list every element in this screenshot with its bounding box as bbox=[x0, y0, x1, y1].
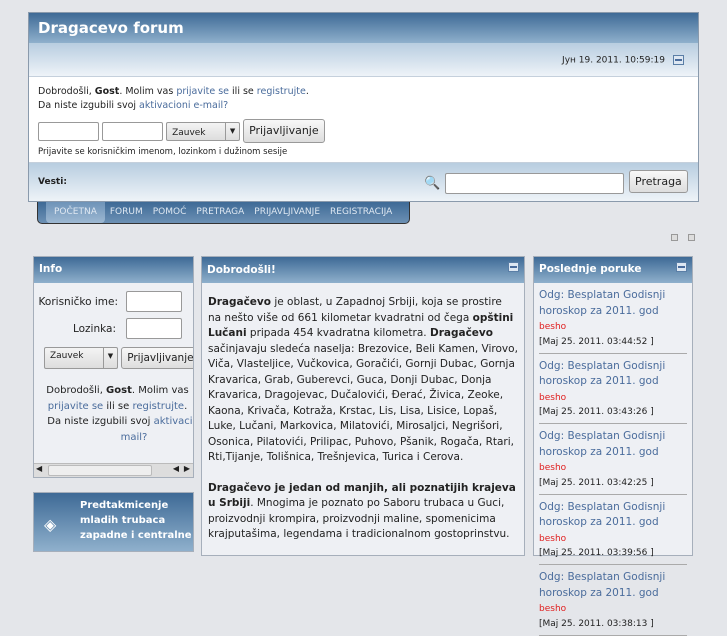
recent-title: Poslednje poruke bbox=[539, 263, 642, 275]
collapse-icon[interactable] bbox=[673, 55, 684, 65]
nav-home[interactable]: POČETNA bbox=[46, 202, 105, 223]
login-hint: Prijavite se korisničkim imenom, lozinko… bbox=[38, 147, 288, 157]
nav-forum[interactable]: FORUM bbox=[105, 202, 148, 223]
text: ili se bbox=[103, 400, 133, 412]
info-register-link[interactable]: registrujte bbox=[132, 401, 184, 412]
password-input[interactable] bbox=[102, 121, 164, 141]
activation-link[interactable]: aktivacioni e-mail? bbox=[139, 100, 228, 111]
text: pripada 454 kvadratna kilometra. bbox=[246, 327, 430, 339]
info-title: Info bbox=[34, 257, 193, 283]
recent-post: Odg: Besplatan Godisnji horoskop za 2011… bbox=[539, 565, 687, 636]
search-input[interactable] bbox=[445, 173, 624, 194]
text: Dragačevo bbox=[208, 296, 271, 308]
post-link[interactable]: Odg: Besplatan Godisnji horoskop za 2011… bbox=[539, 289, 665, 317]
username-input[interactable] bbox=[38, 121, 99, 141]
search-button[interactable]: Pretraga bbox=[629, 170, 688, 193]
news-bar: Vesti: 🔍 Pretraga bbox=[29, 162, 698, 201]
scrollbar-thumb[interactable] bbox=[48, 465, 152, 476]
chevron-down-icon: ▼ bbox=[225, 122, 239, 140]
diamond-icon: ◈ bbox=[44, 515, 57, 534]
post-link[interactable]: Odg: Besplatan Godisnji horoskop za 2011… bbox=[539, 430, 665, 458]
username-label: Korisničko ime: bbox=[38, 295, 118, 308]
main-nav: POČETNA FORUM POMOĆ PRETRAGA PRIJAVLJIVA… bbox=[37, 202, 410, 224]
login-area: Dobrodošli, Gost. Molim vas prijavite se… bbox=[29, 77, 698, 167]
password-label: Lozinka: bbox=[72, 322, 116, 335]
info-panel: Info Korisničko ime: Lozinka: Zauvek ▼ Pr… bbox=[33, 256, 194, 478]
post-link[interactable]: Odg: Besplatan Godisnji horoskop za 2011… bbox=[539, 571, 665, 599]
recent-post: Odg: Besplatan Godisnji horoskop za 2011… bbox=[539, 283, 687, 354]
register-link[interactable]: registrujte bbox=[257, 86, 306, 97]
text: . bbox=[305, 86, 309, 97]
header-box: Dragacevo forum Јун 19. 2011. 10:59:19 D… bbox=[28, 12, 699, 202]
nav-register[interactable]: REGISTRACIJA bbox=[325, 202, 397, 223]
news-label: Vesti: bbox=[38, 177, 67, 187]
promo-box[interactable]: ◈ Predtakmicenje mladih trubaca zapadne … bbox=[33, 492, 194, 552]
post-time: [Maj 25. 2011. 03:42:25 ] bbox=[539, 477, 654, 488]
recent-post: Odg: Besplatan Godisnji horoskop za 2011… bbox=[539, 354, 687, 424]
collapse-icon[interactable] bbox=[508, 262, 519, 272]
current-date: Јун 19. 2011. 10:59:19 bbox=[562, 55, 665, 66]
duration-value: Zauvek bbox=[172, 127, 206, 138]
text: . bbox=[184, 400, 188, 412]
forum-title: Dragacevo forum bbox=[29, 13, 698, 43]
post-time: [Maj 25. 2011. 03:38:13 ] bbox=[539, 618, 654, 629]
recent-post: Odg: Besplatan Godisnji horoskop za 2011… bbox=[539, 495, 687, 565]
text: . Molim vas bbox=[119, 86, 177, 97]
horizontal-scrollbar[interactable]: ◀ ◀ ▶ bbox=[34, 463, 193, 477]
promo-text[interactable]: Predtakmicenje mladih trubaca zapadne i … bbox=[80, 500, 192, 541]
recent-posts-panel: Poslednje poruke Odg: Besplatan Godisnji… bbox=[533, 256, 693, 636]
info-duration-select[interactable]: Zauvek ▼ bbox=[44, 347, 118, 369]
text: . Mnogima je poznato po Saboru trubaca u… bbox=[208, 497, 510, 540]
login-button[interactable]: Prijavljivanje bbox=[243, 119, 325, 143]
shrink-icon[interactable] bbox=[671, 234, 678, 241]
nav-help[interactable]: POMOĆ bbox=[148, 202, 192, 223]
login-link[interactable]: prijavite se bbox=[176, 86, 229, 97]
duration-select[interactable]: Zauvek ▼ bbox=[166, 121, 241, 141]
username: Gost bbox=[106, 385, 132, 396]
text: Dragačevo bbox=[429, 327, 493, 339]
post-time: [Maj 25. 2011. 03:39:56 ] bbox=[539, 548, 654, 558]
scroll-right-icon[interactable]: ▶ bbox=[184, 464, 190, 473]
expand-icon[interactable] bbox=[688, 234, 695, 241]
duration-value: Zauvek bbox=[50, 351, 84, 361]
post-author[interactable]: besho bbox=[539, 604, 566, 614]
text: Da niste izgubili svoj bbox=[47, 416, 154, 427]
info-login-link[interactable]: prijavite se bbox=[48, 401, 103, 412]
post-author[interactable]: besho bbox=[539, 534, 566, 544]
username: Gost bbox=[94, 86, 120, 97]
text: ili se bbox=[229, 86, 257, 97]
scroll-left-icon[interactable]: ◀ bbox=[173, 464, 179, 473]
post-author[interactable]: besho bbox=[539, 322, 566, 332]
post-link[interactable]: Odg: Besplatan Godisnji horoskop za 2011… bbox=[539, 360, 665, 388]
text: Da niste izgubili svoj bbox=[38, 100, 140, 111]
post-link[interactable]: Odg: Besplatan Godisnji horoskop za 2011… bbox=[539, 501, 665, 529]
text: Dobrodošli, bbox=[38, 86, 95, 97]
date-bar: Јун 19. 2011. 10:59:19 bbox=[29, 43, 698, 77]
recent-post: Odg: Besplatan Godisnji horoskop za 2011… bbox=[539, 424, 687, 495]
collapse-icon[interactable] bbox=[676, 262, 687, 272]
scroll-left-icon[interactable]: ◀ bbox=[36, 464, 42, 473]
search-icon: 🔍 bbox=[424, 176, 441, 191]
welcome-title: Dobrodošli! bbox=[207, 264, 276, 276]
welcome-panel: Dobrodošli! Dragačevo je oblast, u Zapad… bbox=[201, 256, 525, 556]
info-password-input[interactable] bbox=[126, 318, 182, 339]
text: . Molim vas bbox=[131, 385, 189, 396]
post-time: [Maj 25. 2011. 03:43:26 ] bbox=[539, 407, 654, 417]
post-author[interactable]: besho bbox=[539, 463, 566, 473]
chevron-down-icon: ▼ bbox=[103, 348, 117, 368]
post-time: [Maj 25. 2011. 03:44:52 ] bbox=[539, 336, 654, 347]
text: Dobrodošli, bbox=[46, 385, 107, 396]
info-username-input[interactable] bbox=[126, 291, 182, 312]
post-author[interactable]: besho bbox=[539, 393, 566, 403]
nav-login[interactable]: PRIJAVLJIVANJE bbox=[249, 202, 325, 223]
nav-search[interactable]: PRETRAGA bbox=[191, 202, 249, 223]
text: sačinjavaju sledeća naselja: Brezovice, … bbox=[208, 342, 518, 464]
info-login-button[interactable]: Prijavljivanje bbox=[121, 347, 193, 369]
